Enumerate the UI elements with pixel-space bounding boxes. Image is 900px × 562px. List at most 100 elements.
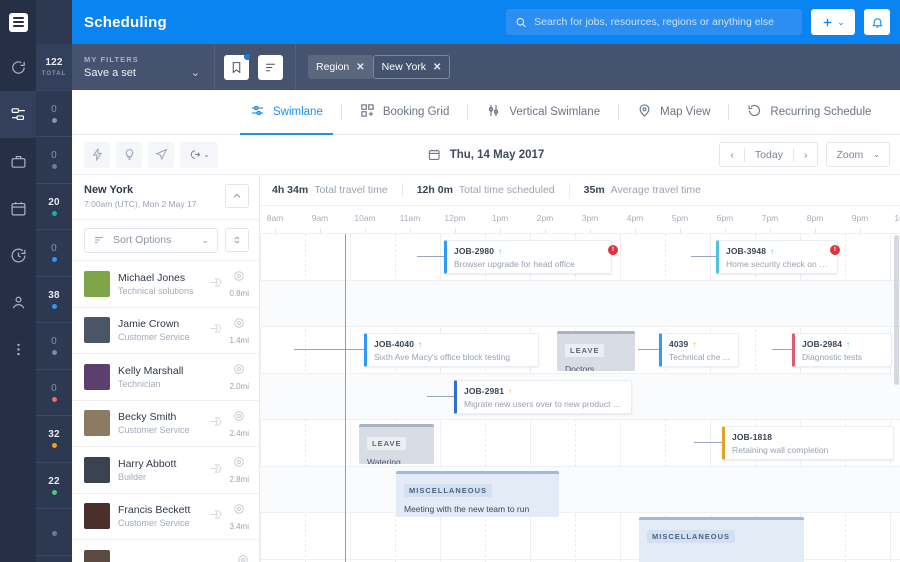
resource-row[interactable]: Jamie Crown Customer Service 1.4mi [72,308,259,354]
map-pin-icon[interactable] [233,269,245,287]
sort-options-dropdown[interactable]: Sort Options ⌄ [84,227,218,253]
date-display[interactable]: Thu, 14 May 2017 [428,148,544,161]
resource-row[interactable] [72,540,259,562]
search-input[interactable] [534,16,793,28]
collapse-location-button[interactable] [225,184,249,208]
bell-icon [871,17,883,28]
tab-map-view[interactable]: Map View [619,90,728,135]
tag-icon[interactable] [209,461,222,479]
tag-icon[interactable] [209,321,222,339]
miscellaneous-block[interactable]: MISCELLANEOUS Meeting with the new team t… [396,470,559,517]
tab-recurring-schedule[interactable]: Recurring Schedule [729,90,889,135]
count-cell[interactable]: 32 [36,416,72,463]
priority-arrow-icon: ↑ [508,386,513,396]
suggest-button[interactable] [116,141,142,168]
count-cell[interactable]: 38 [36,277,72,323]
block-text: Doctors Appoin... [565,364,595,371]
job-card[interactable]: JOB-4040 ↑ Sixth Ave Macy's office block t… [364,333,539,367]
rail-item-more[interactable] [0,326,36,373]
alert-badge[interactable]: ! [830,245,840,255]
prev-day-button[interactable]: ‹ [720,143,743,166]
rail-item-calendar[interactable] [0,185,36,232]
tag-icon[interactable] [209,275,222,293]
count-cell[interactable]: 0 [36,91,72,137]
resource-meta: Becky Smith Customer Service [118,411,201,435]
location-header: New York 7:00am (UTC), Mon 2 May 17 [72,175,259,220]
add-button[interactable]: ⌄ [811,9,855,35]
resource-row[interactable]: Michael Jones Technical solutions 0.8mi [72,261,259,308]
resource-row[interactable]: Francis Beckett Customer Service 3.4mi [72,494,259,540]
tab-booking-grid[interactable]: Booking Grid [342,90,467,135]
leave-block[interactable]: LEAVE Doctors Appoin... [557,331,635,371]
filter-chip[interactable]: New York ✕ [372,55,451,79]
hour-tick [590,229,591,233]
lane[interactable] [260,280,900,327]
hour-label: 9am [311,213,329,223]
saved-filters-button[interactable] [224,52,251,80]
map-pin-icon[interactable] [233,455,245,473]
count-total[interactable]: 122 TOTAL [36,44,72,91]
map-pin-icon[interactable] [233,362,245,380]
reorder-button[interactable] [225,228,249,252]
rail-item-history[interactable] [0,232,36,279]
lane[interactable] [260,466,900,513]
alert-badge[interactable]: ! [608,245,618,255]
count-cell[interactable]: 0 [36,370,72,416]
job-card[interactable]: JOB-1818 Retaining wall completion [722,426,894,460]
rail-item-scheduling[interactable] [0,91,36,138]
map-pin-icon[interactable] [233,409,245,427]
map-pin-icon[interactable] [233,502,245,520]
count-cell[interactable]: 0 [36,323,72,370]
count-cell[interactable] [36,509,72,556]
leave-block[interactable]: LEAVE Watering appoi... [359,424,434,464]
job-card[interactable]: JOB-2981 ↑ Migrate new users over to new p… [454,379,632,414]
resource-row[interactable]: Harry Abbott Builder 2.8mi [72,447,259,494]
job-card[interactable]: JOB-2984 ↑ Diagnostic tests [792,333,892,367]
resource-row[interactable]: Kelly Marshall Technician 2.0mi [72,354,259,401]
count-cell[interactable]: 20 [36,184,72,230]
my-filters[interactable]: MY FILTERS Save a set ⌄ [84,55,214,79]
today-button[interactable]: Today [745,143,793,166]
count-cell[interactable]: 22 [36,463,72,509]
tag-icon[interactable] [209,507,222,525]
next-day-button[interactable]: › [794,143,817,166]
job-card[interactable]: 4039 ↑ Technical che ... [659,333,739,367]
main-area: Scheduling ⌄ MY FILTERS Save a [72,0,900,562]
resource-row[interactable]: Becky Smith Customer Service 2.4mi [72,401,259,447]
hour-label: 1pm [491,213,509,223]
hour-tick [725,229,726,233]
miscellaneous-block[interactable]: MISCELLANEOUS [639,517,804,562]
close-icon[interactable]: ✕ [433,62,441,73]
rail-item-jobs[interactable] [0,138,36,185]
dispatch-button[interactable] [148,141,174,168]
close-icon[interactable]: ✕ [356,62,364,73]
tab-swimlane[interactable]: Swimlane [232,90,341,135]
job-card[interactable]: JOB-3948 ↑ Home security check on Fif ... [716,240,838,274]
count-cell[interactable]: 0 [36,230,72,277]
vertical-swimlane-icon [486,103,501,121]
map-pin-icon[interactable] [237,553,249,562]
export-button[interactable]: ⌄ [180,141,218,168]
vertical-scrollbar[interactable] [894,235,899,560]
rail-item-users[interactable] [0,279,36,326]
priority-arrow-icon: ↑ [846,340,851,349]
filter-options-button[interactable] [258,54,283,80]
my-filters-value-row[interactable]: Save a set ⌄ [84,66,214,80]
notifications-button[interactable] [864,9,890,35]
map-pin-icon[interactable] [233,316,245,334]
search-box[interactable] [506,9,802,35]
count-cell[interactable]: 0 [36,137,72,184]
rail-item-dashboard[interactable] [0,44,36,91]
resource-icons: 2.4mi [209,409,249,438]
app-menu-button[interactable] [0,0,36,44]
status-dot [51,303,57,309]
tag-icon[interactable] [209,414,222,432]
swimlane-icon [250,103,265,121]
zoom-dropdown[interactable]: Zoom ⌄ [826,142,890,167]
job-card[interactable]: JOB-2980 ↑ Browser upgrade for head office [444,240,612,274]
tab-vertical-swimlane[interactable]: Vertical Swimlane [468,90,618,135]
schedule-board: New York 7:00am (UTC), Mon 2 May 17 Sort… [72,175,900,562]
filter-chip[interactable]: Region ✕ [308,55,373,79]
optimize-button[interactable] [84,141,110,168]
lane[interactable] [260,513,900,560]
